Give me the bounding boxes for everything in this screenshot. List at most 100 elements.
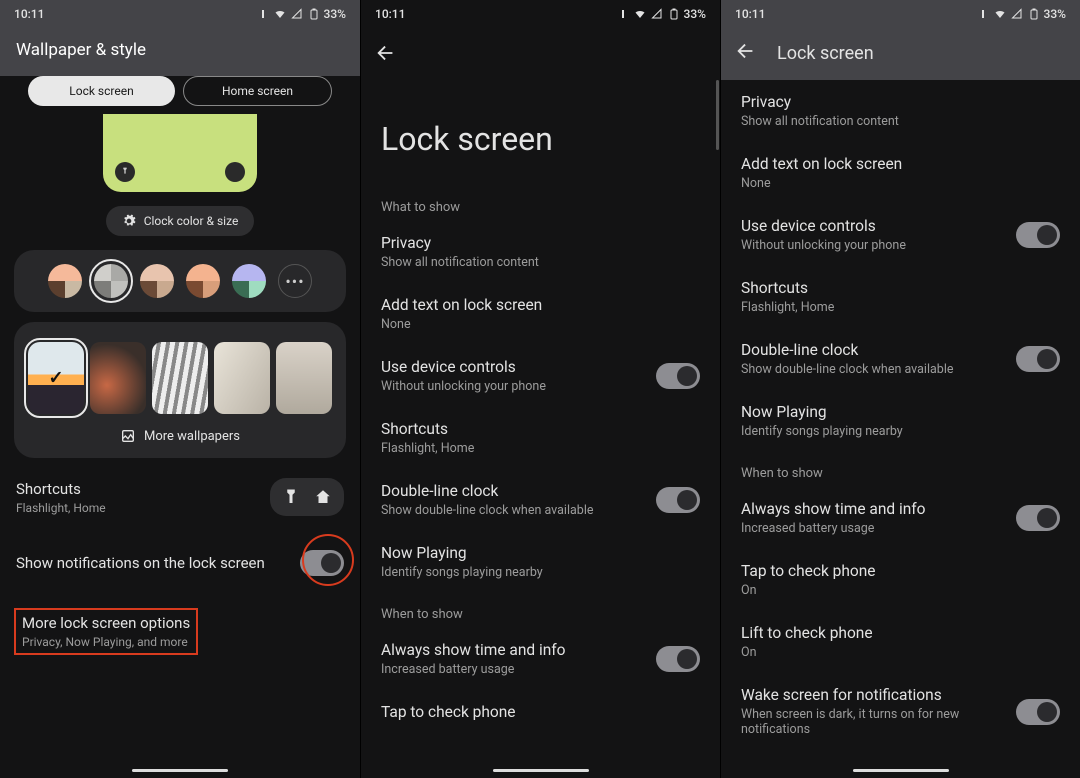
cell-icon <box>1010 8 1024 20</box>
tap-check-row[interactable]: Tap to check phone <box>361 690 720 734</box>
color-swatch[interactable] <box>94 264 128 298</box>
row-title: Shortcuts <box>381 420 700 438</box>
scroll-indicator[interactable] <box>716 80 719 150</box>
always-show-row[interactable]: Always show time and infoIncreased batte… <box>361 628 720 690</box>
row-title: Lift to check phone <box>741 624 1060 642</box>
highlight-box: More lock screen options Privacy, Now Pl… <box>14 608 198 655</box>
clock-color-size-button[interactable]: Clock color & size <box>106 206 255 236</box>
row-sub: Show double-line clock when available <box>741 362 1016 377</box>
wifi-icon <box>633 8 647 20</box>
wake-screen-row[interactable]: Wake screen for notifications When screen… <box>721 673 1080 750</box>
nav-handle[interactable] <box>132 769 228 772</box>
device-controls-row[interactable]: Use device controlsWithout unlocking you… <box>721 204 1080 266</box>
more-wallpapers-label: More wallpapers <box>144 429 240 444</box>
shortcuts-title: Shortcuts <box>16 480 270 498</box>
color-swatch[interactable] <box>140 264 174 298</box>
status-bar: 10:11 33% <box>0 0 360 28</box>
clock-btn-label: Clock color & size <box>144 214 239 228</box>
lift-check-row[interactable]: Lift to check phoneOn <box>721 611 1080 673</box>
row-title: Always show time and info <box>741 500 1016 518</box>
more-wallpapers-button[interactable]: More wallpapers <box>28 428 332 444</box>
tab-home-screen[interactable]: Home screen <box>183 76 332 106</box>
add-text-row[interactable]: Add text on lock screen None <box>361 283 720 345</box>
row-sub: Flashlight, Home <box>381 441 700 456</box>
row-title: Now Playing <box>381 544 700 562</box>
show-notifications-row[interactable]: Show notifications on the lock screen <box>14 530 346 596</box>
cell-icon <box>650 8 664 20</box>
double-line-switch[interactable] <box>1016 346 1060 372</box>
wallpaper-thumb[interactable] <box>152 342 208 414</box>
device-controls-row[interactable]: Use device controlsWithout unlocking you… <box>361 345 720 407</box>
double-line-switch[interactable] <box>656 487 700 513</box>
double-line-clock-row[interactable]: Double-line clockShow double-line clock … <box>361 469 720 531</box>
always-show-switch[interactable] <box>1016 505 1060 531</box>
privacy-row[interactable]: PrivacyShow all notification content <box>361 221 720 283</box>
back-button[interactable] <box>735 40 757 66</box>
gear-icon <box>122 214 136 228</box>
wallpaper-thumb[interactable] <box>90 342 146 414</box>
back-button[interactable] <box>375 42 397 68</box>
app-bar-title: Lock screen <box>777 43 874 64</box>
double-line-clock-row[interactable]: Double-line clock Show double-line clock … <box>721 328 1080 390</box>
highlight-circle <box>302 534 354 586</box>
row-sub: None <box>381 317 700 332</box>
row-title: Wake screen for notifications <box>741 686 1016 704</box>
check-icon: ✓ <box>48 368 63 389</box>
shortcuts-sub: Flashlight, Home <box>16 501 270 515</box>
signal-bar-icon <box>616 8 630 20</box>
row-title: Now Playing <box>741 403 1060 421</box>
device-controls-switch[interactable] <box>1016 222 1060 248</box>
color-swatch-card: ••• <box>14 250 346 312</box>
row-title: Add text on lock screen <box>741 155 1060 173</box>
add-text-row[interactable]: Add text on lock screenNone <box>721 142 1080 204</box>
wallpaper-preview[interactable] <box>103 114 257 192</box>
home-icon <box>232 167 240 178</box>
privacy-row[interactable]: PrivacyShow all notification content <box>721 80 1080 142</box>
row-sub: When screen is dark, it turns on for new… <box>741 707 1016 737</box>
status-icons: 33% <box>256 7 346 21</box>
now-playing-row[interactable]: Now Playing Identify songs playing nearby <box>721 390 1080 452</box>
more-options-title: More lock screen options <box>22 614 190 632</box>
color-swatch[interactable] <box>232 264 266 298</box>
battery-pct: 33% <box>684 7 706 21</box>
wallpaper-card: ✓ More wallpapers <box>14 322 346 458</box>
wake-screen-switch[interactable] <box>1016 699 1060 725</box>
status-bar: 10:11 33% <box>361 0 720 28</box>
row-title: Double-line clock <box>741 341 1016 359</box>
device-controls-switch[interactable] <box>656 363 700 389</box>
shortcuts-row[interactable]: ShortcutsFlashlight, Home <box>721 266 1080 328</box>
wallpaper-thumb[interactable]: ✓ <box>28 342 84 414</box>
nav-handle[interactable] <box>853 769 949 772</box>
row-title: Always show time and info <box>381 641 656 659</box>
show-notif-title: Show notifications on the lock screen <box>16 554 300 572</box>
row-title: Tap to check phone <box>381 703 700 721</box>
wallpaper-thumb[interactable] <box>276 342 332 414</box>
always-show-row[interactable]: Always show time and infoIncreased batte… <box>721 487 1080 549</box>
arrow-left-icon <box>735 40 757 62</box>
arrow-left-icon <box>375 42 397 64</box>
nav-handle[interactable] <box>493 769 589 772</box>
status-time: 10:11 <box>375 7 405 21</box>
color-swatch[interactable] <box>186 264 220 298</box>
now-playing-row[interactable]: Now PlayingIdentify songs playing nearby <box>361 531 720 593</box>
shortcuts-row[interactable]: Shortcuts Flashlight, Home <box>361 407 720 469</box>
battery-pct: 33% <box>324 7 346 21</box>
more-colors-button[interactable]: ••• <box>278 264 312 298</box>
shortcuts-row[interactable]: Shortcuts Flashlight, Home <box>14 464 346 530</box>
color-swatch[interactable] <box>48 264 82 298</box>
tab-lock-screen[interactable]: Lock screen <box>28 76 175 106</box>
more-lock-options-row[interactable]: More lock screen options Privacy, Now Pl… <box>22 614 190 649</box>
tap-check-row[interactable]: Tap to check phoneOn <box>721 549 1080 611</box>
wallpaper-thumb[interactable] <box>214 342 270 414</box>
always-show-switch[interactable] <box>656 646 700 672</box>
wifi-icon <box>273 8 287 20</box>
page-title: Lock screen <box>361 74 720 186</box>
battery-icon <box>1027 8 1041 20</box>
battery-pct: 33% <box>1044 7 1066 21</box>
more-options-sub: Privacy, Now Playing, and more <box>22 635 190 649</box>
status-time: 10:11 <box>735 7 765 21</box>
signal-bar-icon <box>976 8 990 20</box>
row-sub: Identify songs playing nearby <box>741 424 1060 439</box>
row-title: Add text on lock screen <box>381 296 700 314</box>
signal-bar-icon <box>256 8 270 20</box>
